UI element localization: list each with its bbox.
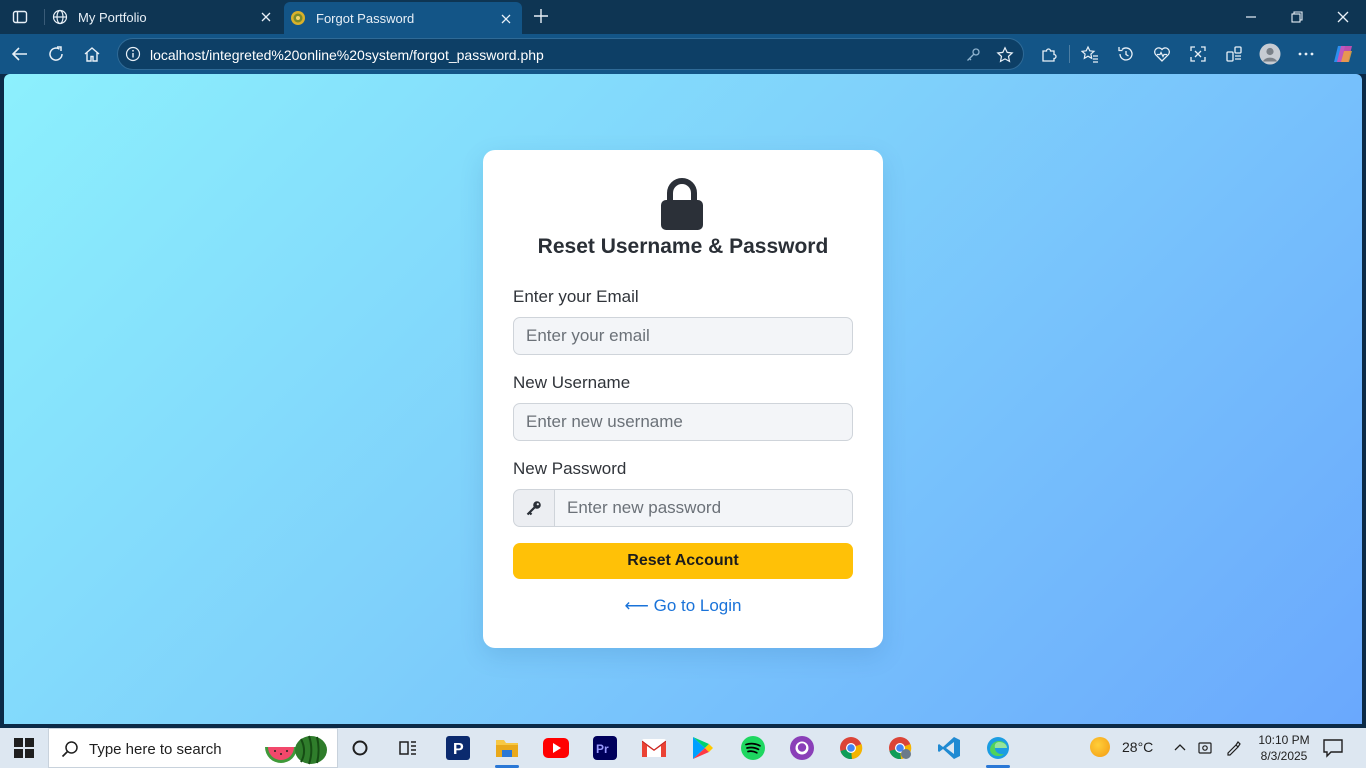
site-favicon-icon (290, 10, 306, 26)
password-input[interactable] (554, 489, 853, 527)
weather-widget[interactable]: 28°C (1090, 737, 1153, 757)
close-tab-icon[interactable] (258, 9, 274, 25)
more-options-icon[interactable] (1294, 42, 1318, 66)
close-window-button[interactable] (1320, 0, 1366, 34)
page-viewport: Reset Username & Password Enter your Ema… (4, 74, 1362, 724)
paypal-icon[interactable]: P (444, 734, 472, 762)
edge-icon[interactable] (984, 734, 1012, 768)
chrome-icon[interactable] (837, 734, 865, 762)
address-bar[interactable]: localhost/integreted%20online%20system/f… (117, 38, 1024, 70)
search-placeholder: Type here to search (89, 741, 222, 758)
browser-tab-strip: My Portfolio Forgot Password (0, 0, 1366, 34)
extensions-icon[interactable] (1037, 42, 1061, 66)
reset-card: Reset Username & Password Enter your Ema… (483, 150, 883, 648)
globe-icon (52, 9, 68, 25)
windows-taskbar: Type here to search P Pr 28°C 10:10 PM 8… (0, 728, 1366, 768)
favorite-star-icon[interactable] (996, 46, 1014, 64)
gmail-icon[interactable] (640, 734, 668, 762)
password-input-group (513, 489, 853, 527)
tab-title: Forgot Password (316, 10, 415, 26)
username-input[interactable] (513, 403, 853, 441)
search-icon (61, 741, 78, 758)
vscode-icon[interactable] (935, 734, 963, 762)
github-icon[interactable] (788, 734, 816, 762)
google-play-icon[interactable] (689, 734, 717, 762)
screenshot-icon[interactable] (1186, 42, 1210, 66)
meet-now-icon[interactable] (1195, 738, 1215, 758)
back-button[interactable] (8, 42, 32, 66)
premiere-pro-icon[interactable]: Pr (591, 734, 619, 762)
chrome-profile-icon[interactable] (886, 734, 914, 762)
notification-center-icon[interactable] (1322, 738, 1344, 758)
weather-temp: 28°C (1122, 739, 1154, 755)
task-view-icon[interactable] (394, 734, 422, 762)
spotify-icon[interactable] (739, 734, 767, 762)
profile-avatar-icon[interactable] (1258, 42, 1282, 66)
taskbar-search-box[interactable]: Type here to search (48, 728, 338, 768)
browser-essentials-icon[interactable] (1150, 42, 1174, 66)
file-explorer-icon[interactable] (493, 734, 521, 768)
pen-icon[interactable] (1223, 738, 1243, 758)
collections-icon[interactable] (1222, 42, 1246, 66)
sun-icon (1090, 737, 1110, 757)
refresh-button[interactable] (44, 42, 68, 66)
history-icon[interactable] (1114, 42, 1138, 66)
clock-date: 8/3/2025 (1260, 749, 1308, 763)
start-button[interactable] (14, 738, 34, 758)
site-info-icon[interactable] (125, 46, 141, 62)
go-to-login-link[interactable]: ⟵ Go to Login (483, 596, 883, 616)
key-icon (513, 489, 555, 527)
system-clock[interactable]: 10:10 PM 8/3/2025 (1254, 732, 1314, 764)
toolbar-divider (1069, 45, 1070, 63)
minimize-button[interactable] (1228, 0, 1274, 34)
new-tab-button[interactable] (530, 5, 552, 27)
browser-toolbar: localhost/integreted%20online%20system/f… (0, 34, 1366, 74)
cortana-icon[interactable] (346, 734, 374, 762)
username-label: New Username (513, 373, 631, 392)
url-text: localhost/integreted%20online%20system/f… (150, 47, 544, 63)
email-input[interactable] (513, 317, 853, 355)
reset-account-button[interactable]: Reset Account (513, 543, 853, 579)
close-tab-icon[interactable] (498, 11, 514, 27)
favorites-icon[interactable] (1078, 42, 1102, 66)
tab-title: My Portfolio (78, 9, 147, 25)
password-label: New Password (513, 459, 627, 478)
page-title: Reset Username & Password (537, 235, 829, 258)
tab-actions-icon[interactable] (8, 6, 32, 28)
home-button[interactable] (80, 42, 104, 66)
clock-time: 10:10 PM (1258, 733, 1310, 747)
svg-text:Pr: Pr (596, 742, 609, 756)
watermelon-icon (265, 735, 327, 765)
lock-icon (661, 178, 703, 230)
tab-forgot-password[interactable]: Forgot Password (284, 2, 522, 34)
tab-my-portfolio[interactable]: My Portfolio (44, 0, 282, 34)
key-icon[interactable] (964, 46, 982, 64)
restore-button[interactable] (1274, 0, 1320, 34)
email-label: Enter your Email (513, 287, 639, 306)
svg-text:P: P (453, 741, 464, 758)
copilot-icon[interactable] (1331, 42, 1355, 66)
youtube-icon[interactable] (542, 734, 570, 762)
chevron-up-icon[interactable] (1170, 738, 1190, 758)
